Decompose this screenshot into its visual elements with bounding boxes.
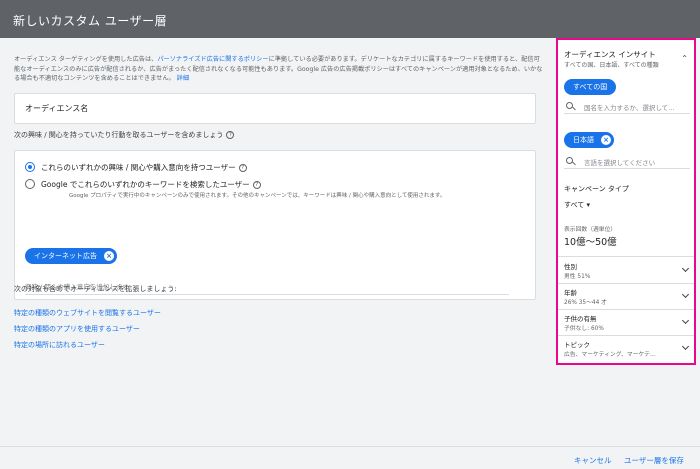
link-places[interactable]: 特定の場所に訪れるユーザー bbox=[14, 340, 105, 350]
age-value: 26% 35～44 才 bbox=[564, 300, 607, 306]
country-chip-label: すべての国 bbox=[573, 83, 608, 91]
help-icon[interactable]: ? bbox=[252, 181, 261, 189]
parental-label: 子供の有無 bbox=[564, 315, 597, 323]
panel-subtitle: すべての国、日本語、すべての種類 bbox=[564, 62, 659, 69]
link-apps[interactable]: 特定の種類のアプリを使用するユーザー bbox=[14, 324, 140, 334]
audience-name-field[interactable]: オーディエンス名 bbox=[14, 93, 536, 124]
cancel-button[interactable]: キャンセル bbox=[574, 455, 612, 466]
help-icon[interactable]: ? bbox=[226, 131, 235, 139]
radio-keywords-description: Google プロパティで実行中のキャンペーンのみで使用されます。その他のキャン… bbox=[69, 193, 446, 199]
divider bbox=[558, 283, 694, 284]
policy-text-before: オーディエンス ターゲティングを使用した広告は、 bbox=[14, 56, 158, 63]
language-chip[interactable]: 日本語 × bbox=[564, 132, 614, 148]
include-question-text: 次の興味 / 関心を持っていたり行動を取るユーザーを含めましょう bbox=[14, 131, 224, 139]
audience-insights-panel: オーディエンス インサイト ⌃ すべての国、日本語、すべての種類 すべての国 国… bbox=[556, 38, 696, 365]
impressions-label: 表示回数（週単位） bbox=[564, 227, 617, 233]
parental-value: 子供なし: 60% bbox=[564, 326, 604, 332]
app-header: 新しいカスタム ユーザー層 bbox=[0, 0, 700, 38]
policy-notice: オーディエンス ターゲティングを使用した広告は、パーソナライズド広告に関するポリ… bbox=[14, 55, 544, 84]
age-label: 年齢 bbox=[564, 289, 577, 297]
chevron-down-icon[interactable] bbox=[681, 316, 690, 325]
topics-label: トピック bbox=[564, 341, 590, 349]
page-title: 新しいカスタム ユーザー層 bbox=[13, 14, 168, 28]
policy-details-link[interactable]: 詳細 bbox=[177, 75, 189, 82]
radio-interests[interactable] bbox=[25, 162, 35, 172]
interest-chip-label: インターネット広告 bbox=[34, 252, 97, 260]
caret-down-icon: ▾ bbox=[586, 201, 590, 209]
chevron-down-icon[interactable] bbox=[681, 342, 690, 351]
footer: キャンセル ユーザー層を保存 bbox=[0, 446, 700, 469]
gender-label: 性別 bbox=[564, 263, 577, 271]
expand-question: 次の対象も含めてオーディエンスを拡張しましょう: bbox=[14, 285, 177, 293]
audience-name-label: オーディエンス名 bbox=[25, 104, 89, 113]
campaign-type-dropdown[interactable]: すべて ▾ bbox=[564, 200, 590, 210]
country-search-input[interactable]: 国名を入力するか、選択して… bbox=[564, 100, 690, 114]
include-question: 次の興味 / 関心を持っていたり行動を取るユーザーを含めましょう? bbox=[14, 130, 235, 140]
radio-interests-label[interactable]: これらのいずれかの興味 / 関心や購入意向を持つユーザー? bbox=[41, 162, 247, 173]
interest-chip[interactable]: インターネット広告 × bbox=[25, 248, 117, 264]
chevron-up-icon[interactable]: ⌃ bbox=[681, 54, 688, 63]
divider bbox=[558, 309, 694, 310]
interest-card: これらのいずれかの興味 / 関心や購入意向を持つユーザー? Google でこれ… bbox=[14, 150, 536, 300]
radio-keywords-label[interactable]: Google でこれらのいずれかのキーワードを検索したユーザー? bbox=[41, 179, 261, 190]
gender-value: 男性 51% bbox=[564, 274, 591, 280]
topics-value: 広告、マーケティング、マーケテ… bbox=[564, 352, 656, 358]
policy-link[interactable]: パーソナライズド広告に関するポリシー bbox=[157, 56, 268, 63]
language-chip-label: 日本語 bbox=[573, 136, 594, 144]
chevron-down-icon[interactable] bbox=[681, 264, 690, 273]
close-icon[interactable]: × bbox=[601, 135, 611, 145]
search-icon bbox=[566, 102, 573, 109]
divider bbox=[558, 335, 694, 336]
country-search-placeholder: 国名を入力するか、選択して… bbox=[584, 104, 675, 112]
divider bbox=[558, 256, 694, 257]
language-search-input[interactable]: 言語を選択してください bbox=[564, 155, 690, 169]
radio-keywords[interactable] bbox=[25, 179, 35, 189]
campaign-type-label: キャンペーン タイプ bbox=[564, 185, 629, 193]
chevron-down-icon[interactable] bbox=[681, 290, 690, 299]
close-icon[interactable]: × bbox=[104, 251, 114, 261]
search-icon bbox=[566, 157, 573, 164]
language-search-placeholder: 言語を選択してください bbox=[584, 159, 656, 167]
country-chip[interactable]: すべての国 bbox=[564, 79, 617, 95]
main-content: オーディエンス ターゲティングを使用した広告は、パーソナライズド広告に関するポリ… bbox=[0, 38, 555, 446]
link-websites[interactable]: 特定の種類のウェブサイトを閲覧するユーザー bbox=[14, 308, 161, 318]
impressions-value: 10億～50億 bbox=[564, 237, 617, 248]
save-audience-button[interactable]: ユーザー層を保存 bbox=[624, 455, 684, 466]
help-icon[interactable]: ? bbox=[238, 164, 247, 172]
panel-title: オーディエンス インサイト bbox=[564, 50, 656, 59]
